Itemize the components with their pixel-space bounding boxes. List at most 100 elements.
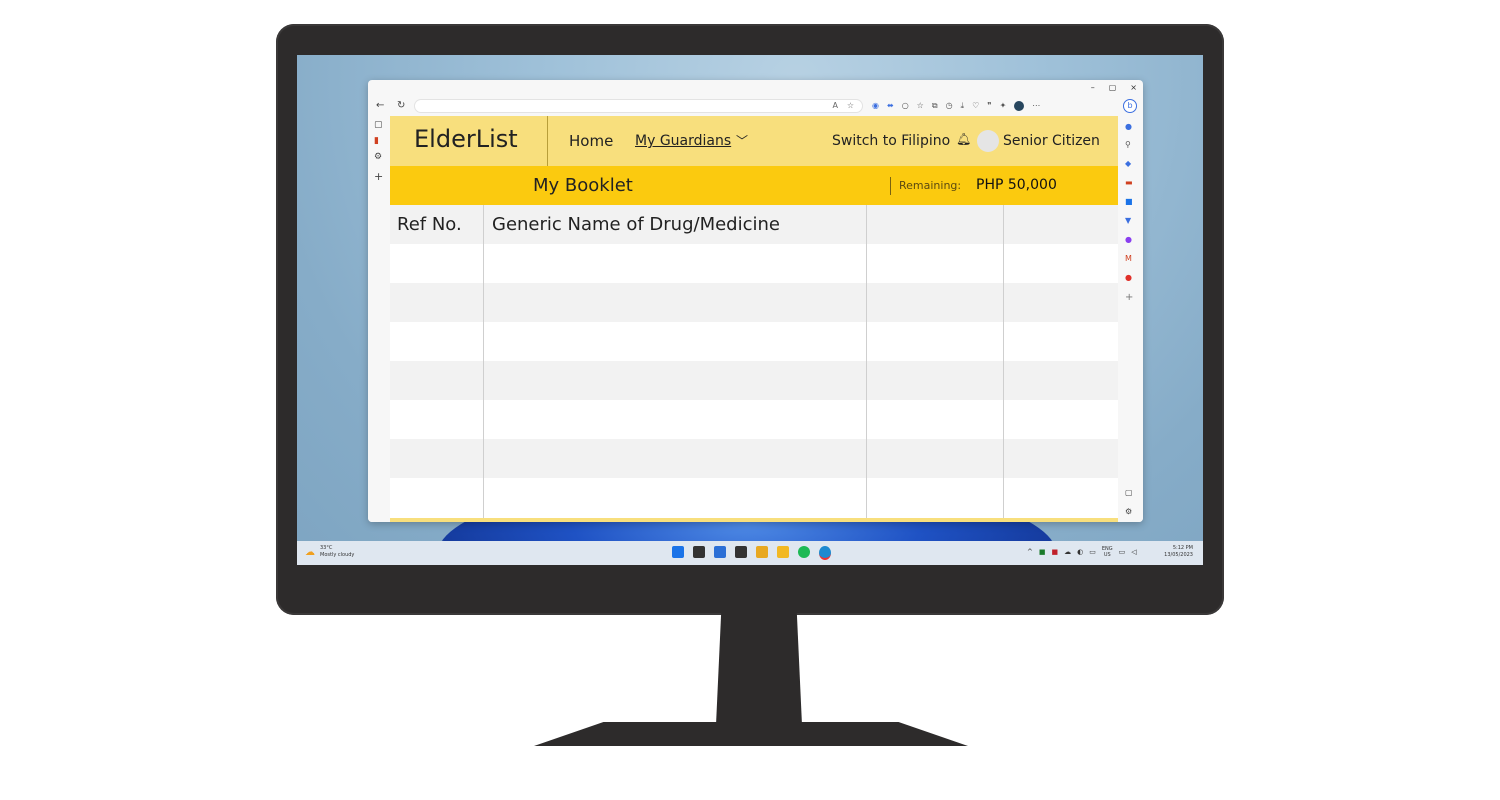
figma-tab-icon[interactable]: ▮ <box>374 136 379 146</box>
desktop-screen: – ▢ × ← ↻ A ☆ ◉ ⬌ ○ ☆ ⧉ ◷ ⤓ ♡ ❞ ✦ ⋯ b ▢ … <box>297 55 1203 565</box>
weather-icon[interactable]: ☁ <box>305 547 315 558</box>
keyboard-icon[interactable]: ▭ <box>1089 548 1096 558</box>
nav-guardians-link[interactable]: My Guardians <box>635 133 731 149</box>
app-logo[interactable]: ElderList <box>414 125 518 153</box>
system-tray: ^ ■ ■ ☁ ◐ ▭ ENG US ▭ ◁ <box>1027 546 1137 558</box>
maximize-button[interactable]: ▢ <box>1109 83 1117 92</box>
extensions-puzzle-icon[interactable]: ✦ <box>1000 101 1007 111</box>
gmail-icon[interactable]: M <box>1125 254 1132 263</box>
sidebar-toggle-icon[interactable]: ▢ <box>1125 488 1133 497</box>
table-row[interactable] <box>390 400 1118 439</box>
column-divider <box>483 205 484 522</box>
remaining-value: PHP 50,000 <box>976 177 1057 193</box>
collections-icon[interactable]: ⧉ <box>932 101 938 111</box>
table-row[interactable] <box>390 244 1118 283</box>
tray-app-icon-2[interactable]: ■ <box>1052 548 1059 558</box>
table-row[interactable] <box>390 361 1118 400</box>
spotify-icon[interactable] <box>798 546 810 558</box>
settings-icon[interactable]: ⚙ <box>374 152 382 162</box>
remaining-label: Remaining: <box>899 179 962 192</box>
page-footer-strip <box>390 518 1118 522</box>
chevron-down-icon[interactable]: ﹀ <box>736 132 748 149</box>
snipping-tool-icon[interactable] <box>756 546 768 558</box>
profile-avatar[interactable] <box>1014 101 1025 111</box>
toolbox-icon[interactable]: ▬ <box>1125 178 1133 187</box>
language-indicator[interactable]: ENG US <box>1102 546 1113 558</box>
back-icon[interactable]: ← <box>376 100 384 112</box>
taskbar: ☁ 33°C Mostly cloudy ^ ■ ■ ☁ ◐ ▭ ENG US <box>297 541 1203 565</box>
user-avatar[interactable] <box>977 130 999 152</box>
notification-bell-icon[interactable]: 🔔︎ <box>956 132 971 146</box>
weather-widget[interactable]: 33°C Mostly cloudy <box>320 545 354 559</box>
extension-icon[interactable]: ◉ <box>872 101 879 111</box>
search-icon[interactable]: ⚲ <box>1125 140 1131 149</box>
add-sidebar-app-icon[interactable]: + <box>1125 292 1133 303</box>
sticky-notes-icon[interactable] <box>735 546 747 558</box>
tag-icon[interactable]: ◆ <box>1125 159 1131 168</box>
time: 5:12 PM <box>1172 545 1193 551</box>
toolbar-icons: ◉ ⬌ ○ ☆ ⧉ ◷ ⤓ ♡ ❞ ✦ ⋯ <box>872 101 1040 111</box>
address-bar[interactable]: A ☆ <box>415 100 862 112</box>
tray-app-icon-3[interactable]: ◐ <box>1077 548 1083 558</box>
close-button[interactable]: × <box>1130 83 1137 92</box>
browser-window: – ▢ × ← ↻ A ☆ ◉ ⬌ ○ ☆ ⧉ ◷ ⤓ ♡ ❞ ✦ ⋯ b ▢ … <box>368 80 1143 522</box>
top-nav: ElderList Home My Guardians ﹀ Switch to … <box>390 116 1118 166</box>
outlook-icon[interactable]: ■ <box>1125 197 1133 206</box>
minimize-button[interactable]: – <box>1091 83 1095 92</box>
bing-icon[interactable]: b <box>1123 99 1137 113</box>
column-header-ref: Ref No. <box>397 214 462 235</box>
bell-icon[interactable]: ● <box>1125 122 1132 131</box>
booklet-table: Ref No. Generic Name of Drug/Medicine <box>390 205 1118 522</box>
divider <box>890 177 891 195</box>
table-row[interactable] <box>390 439 1118 478</box>
monitor-base <box>534 722 968 746</box>
webpage: ElderList Home My Guardians ﹀ Switch to … <box>390 116 1118 522</box>
left-sidebar: ▢ ▮ ⚙ + <box>368 116 390 522</box>
performance-icon[interactable]: ♡ <box>972 101 979 111</box>
start-icon[interactable] <box>672 546 684 558</box>
refresh-icon[interactable]: ↻ <box>397 100 405 112</box>
booklet-header: My Booklet Remaining: PHP 50,000 <box>390 166 1118 205</box>
date: 13/05/2023 <box>1164 552 1193 558</box>
table-row[interactable] <box>390 283 1118 322</box>
volume-icon[interactable]: ◁ <box>1131 548 1136 558</box>
booklet-title: My Booklet <box>533 175 633 196</box>
taskbar-apps <box>672 546 831 560</box>
remote-desktop-icon[interactable] <box>714 546 726 558</box>
extension-icon-2[interactable]: ⬌ <box>887 101 894 111</box>
task-view-icon[interactable] <box>693 546 705 558</box>
tray-overflow-icon[interactable]: ^ <box>1027 548 1033 558</box>
read-aloud-icon[interactable]: A <box>833 101 838 110</box>
user-name[interactable]: Senior Citizen <box>1003 133 1100 149</box>
downloads-icon[interactable]: ⤓ <box>961 101 965 111</box>
onedrive-icon[interactable]: ☁ <box>1064 548 1071 558</box>
edge-icon[interactable] <box>819 546 831 560</box>
table-row[interactable] <box>390 478 1118 517</box>
extension-icon-3[interactable]: ○ <box>902 101 909 111</box>
messenger-icon[interactable]: ● <box>1125 235 1132 244</box>
logo-box: ElderList <box>390 116 548 166</box>
column-divider <box>1003 205 1004 522</box>
tray-app-icon[interactable]: ■ <box>1039 548 1046 558</box>
new-tab-icon[interactable]: + <box>374 170 383 183</box>
more-menu-icon[interactable]: ⋯ <box>1032 101 1040 111</box>
chrome-app-icon[interactable]: ● <box>1125 273 1132 282</box>
send-icon[interactable]: ▼ <box>1125 216 1131 225</box>
favorites-icon[interactable]: ☆ <box>917 101 924 111</box>
file-explorer-icon[interactable] <box>777 546 789 558</box>
monitor-stand <box>716 613 802 725</box>
tab-actions-icon[interactable]: ▢ <box>374 120 383 130</box>
nav-home-link[interactable]: Home <box>569 132 613 150</box>
sidebar-settings-icon[interactable]: ⚙ <box>1125 507 1132 516</box>
quote-icon[interactable]: ❞ <box>987 101 991 111</box>
table-row[interactable] <box>390 322 1118 361</box>
clock[interactable]: 5:12 PM 13/05/2023 <box>1164 545 1193 559</box>
history-icon[interactable]: ◷ <box>946 101 953 111</box>
language-switch-link[interactable]: Switch to Filipino <box>832 133 950 149</box>
browser-toolbar: ← ↻ A ☆ ◉ ⬌ ○ ☆ ⧉ ◷ ⤓ ♡ ❞ ✦ ⋯ b <box>368 97 1143 116</box>
right-sidebar: ● ⚲ ◆ ▬ ■ ▼ ● M ● + ▢ ⚙ <box>1117 116 1143 522</box>
table-header-row: Ref No. Generic Name of Drug/Medicine <box>390 205 1118 244</box>
favorite-star-icon[interactable]: ☆ <box>847 101 854 110</box>
network-icon[interactable]: ▭ <box>1119 548 1126 558</box>
region-code: US <box>1103 552 1111 558</box>
